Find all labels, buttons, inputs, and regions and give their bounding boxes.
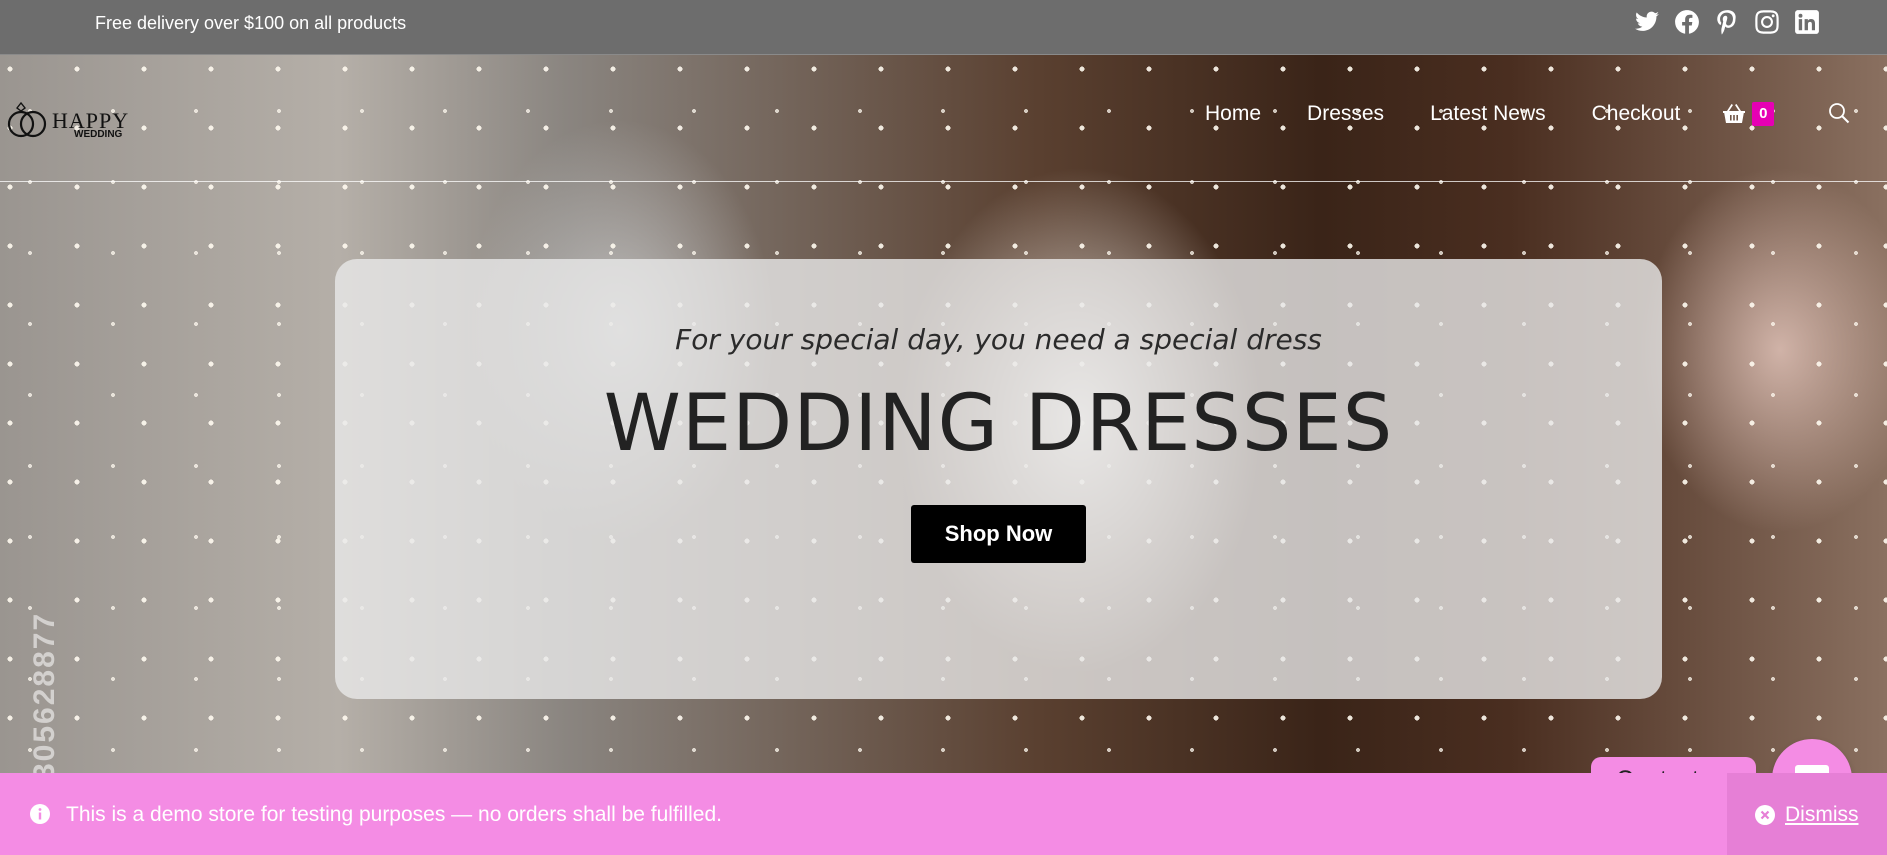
search-button[interactable] — [1828, 102, 1850, 124]
demo-notice-text: This is a demo store for testing purpose… — [66, 803, 722, 826]
cart-button[interactable]: 0 — [1722, 102, 1775, 126]
info-icon — [30, 804, 50, 824]
instagram-icon[interactable] — [1754, 9, 1780, 35]
site-logo[interactable]: HAPPY WEDDING — [6, 100, 129, 140]
facebook-icon[interactable] — [1674, 9, 1700, 35]
nav-checkout[interactable]: Checkout — [1592, 102, 1681, 126]
site-header: HAPPY WEDDING Home Dresses Latest News C… — [0, 55, 1887, 182]
nav-latest-news[interactable]: Latest News — [1430, 102, 1546, 126]
logo-sub-text: WEDDING — [74, 129, 123, 140]
dismiss-text: Dismiss — [1785, 803, 1859, 826]
main-nav: Home Dresses Latest News Checkout 0 — [1205, 102, 1775, 126]
hero-title: WEDDING DRESSES — [603, 379, 1394, 469]
shop-now-button[interactable]: Shop Now — [911, 505, 1086, 563]
hero-card: For your special day, you need a special… — [335, 259, 1662, 699]
top-bar: Free delivery over $100 on all products — [0, 0, 1887, 55]
stock-watermark-number: 305628877 — [28, 611, 61, 780]
promo-text: Free delivery over $100 on all products — [95, 13, 407, 33]
close-circle-icon — [1755, 805, 1775, 825]
twitter-icon[interactable] — [1634, 9, 1660, 35]
linkedin-icon[interactable] — [1794, 9, 1820, 35]
social-links — [1634, 9, 1820, 35]
demo-store-notice: This is a demo store for testing purpose… — [0, 773, 1887, 855]
dismiss-area: Dismiss — [1727, 773, 1887, 855]
dismiss-link[interactable]: Dismiss — [1755, 803, 1859, 827]
rings-logo-icon — [7, 101, 47, 138]
nav-home[interactable]: Home — [1205, 102, 1261, 126]
pinterest-icon[interactable] — [1714, 9, 1740, 35]
basket-icon — [1723, 104, 1746, 123]
nav-dresses[interactable]: Dresses — [1307, 102, 1384, 126]
hero-subtitle: For your special day, you need a special… — [675, 323, 1322, 356]
search-icon — [1829, 103, 1850, 124]
cart-count-badge: 0 — [1752, 102, 1775, 126]
